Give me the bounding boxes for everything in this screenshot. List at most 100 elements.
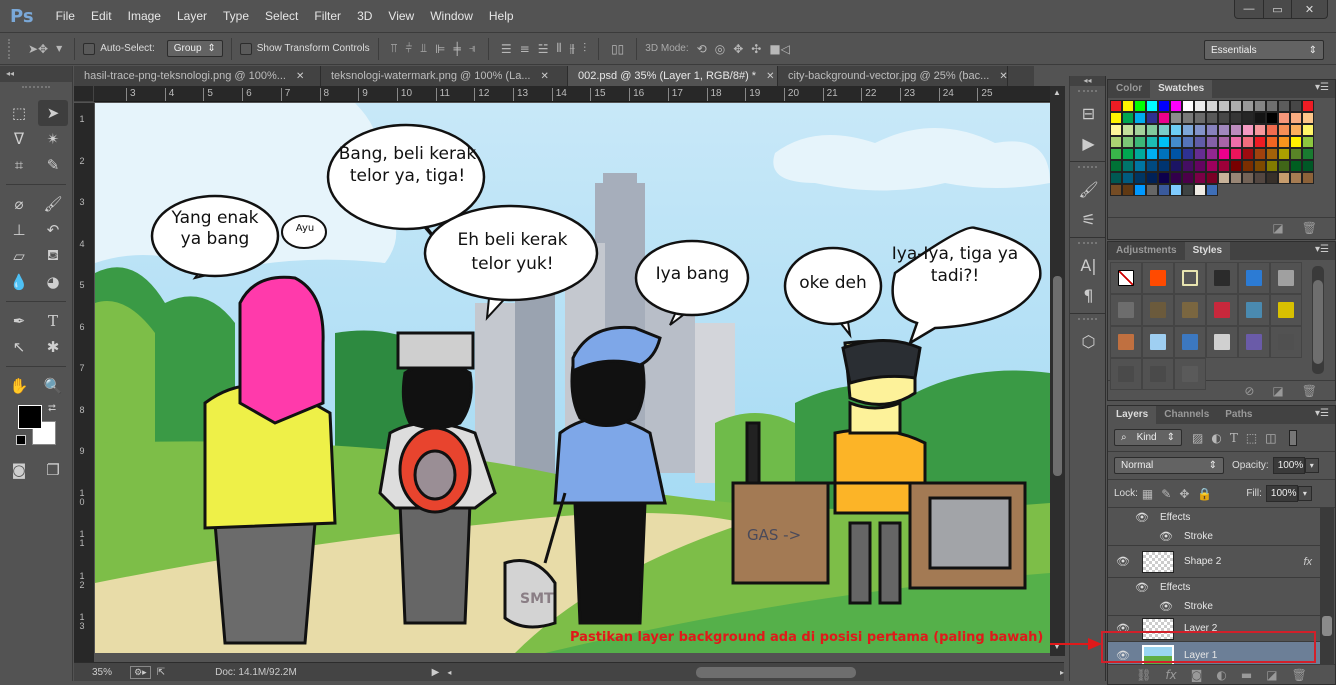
color-swatch[interactable] (1242, 100, 1254, 112)
color-swatch[interactable] (1218, 112, 1230, 124)
color-swatch[interactable] (1158, 160, 1170, 172)
crop-tool-icon[interactable]: ⌗ (4, 152, 34, 178)
color-swatch[interactable] (1254, 100, 1266, 112)
color-swatch[interactable] (1194, 184, 1206, 196)
new-swatch-icon[interactable]: ◪ (1272, 221, 1283, 235)
color-swatch[interactable] (1290, 100, 1302, 112)
color-swatch[interactable] (1254, 160, 1266, 172)
tab-swatches[interactable]: Swatches (1150, 80, 1213, 98)
close-button[interactable]: ✕ (1291, 0, 1327, 18)
vertical-scrollbar[interactable]: ▲ ▼ (1050, 86, 1065, 656)
3d-rotate-icon[interactable]: ⟲ (697, 42, 707, 56)
tab-city-background[interactable]: city-background-vector.jpg @ 25% (bac...… (778, 66, 1008, 86)
align-left-icon[interactable]: ⊫ (435, 42, 445, 56)
healing-brush-tool-icon[interactable]: ⌀ (4, 191, 34, 217)
opacity-dropdown-icon[interactable]: ▾ (1304, 458, 1319, 473)
distribute-left-icon[interactable]: ⫴ (556, 41, 561, 56)
color-swatch[interactable] (1266, 100, 1278, 112)
quick-mask-icon[interactable]: ◙ (4, 457, 34, 483)
color-swatch[interactable] (1254, 124, 1266, 136)
color-swatch[interactable] (1302, 160, 1314, 172)
filter-shape-icon[interactable]: ⬚ (1246, 431, 1257, 445)
color-swatch[interactable] (1194, 160, 1206, 172)
style-preset[interactable] (1110, 294, 1142, 326)
color-swatch[interactable] (1266, 172, 1278, 184)
color-swatch[interactable] (1230, 136, 1242, 148)
history-brush-tool-icon[interactable]: ↶ (38, 217, 68, 243)
layers-scrollbar[interactable] (1320, 508, 1334, 670)
color-swatch[interactable] (1290, 124, 1302, 136)
color-swatch[interactable] (1266, 112, 1278, 124)
visibility-eye-icon[interactable]: 👁 (1108, 600, 1180, 613)
layer-effects-row[interactable]: 👁 Effects (1108, 578, 1320, 597)
color-swatch[interactable] (1230, 148, 1242, 160)
screen-mode-icon[interactable]: ❐ (38, 457, 68, 483)
move-tool-icon[interactable]: ➤ (38, 100, 68, 126)
color-swatch[interactable] (1134, 112, 1146, 124)
fill-input[interactable]: 100% (1265, 485, 1298, 502)
style-preset[interactable] (1238, 294, 1270, 326)
tab-002-psd[interactable]: 002.psd @ 35% (Layer 1, RGB/8#) * ✕ (568, 66, 778, 86)
menu-type[interactable]: Type (215, 9, 257, 23)
align-vcenter-icon[interactable]: ⫩ (405, 41, 412, 56)
style-preset[interactable] (1174, 358, 1206, 390)
color-swatch[interactable] (1146, 184, 1158, 196)
align-bottom-icon[interactable]: ⫫ (420, 41, 427, 56)
color-swatch[interactable] (1146, 148, 1158, 160)
color-swatch[interactable] (1110, 136, 1122, 148)
status-menu-arrow-icon[interactable]: ▶ (432, 667, 440, 678)
align-hcenter-icon[interactable]: ╪ (453, 42, 460, 56)
color-swatch[interactable] (1302, 112, 1314, 124)
color-swatch[interactable] (1218, 148, 1230, 160)
distribute-hcenter-icon[interactable]: ⫵ (570, 41, 576, 56)
color-swatch[interactable] (1266, 148, 1278, 160)
horizontal-ruler[interactable]: 3 4 5 6 7 8 9 10 11 12 13 14 15 16 17 18 19 20 21 22 23 24 25 (94, 86, 1050, 102)
color-swatch[interactable] (1182, 172, 1194, 184)
ruler-origin[interactable] (74, 86, 94, 102)
path-selection-tool-icon[interactable]: ↖ (4, 334, 34, 360)
color-swatch[interactable] (1170, 112, 1182, 124)
distribute-vcenter-icon[interactable]: ≡ (520, 42, 530, 56)
custom-shape-tool-icon[interactable]: ✱ (38, 334, 68, 360)
style-preset[interactable] (1174, 294, 1206, 326)
color-swatch[interactable] (1110, 124, 1122, 136)
tools-collapse-icon[interactable]: ◂◂ (0, 66, 72, 82)
3d-drag-icon[interactable]: ✥ (733, 42, 743, 56)
scroll-up-icon[interactable]: ▲ (1053, 88, 1061, 97)
color-swatch[interactable] (1206, 148, 1218, 160)
style-preset[interactable] (1110, 326, 1142, 358)
color-swatch[interactable] (1206, 184, 1218, 196)
clone-stamp-tool-icon[interactable]: ⊥ (4, 217, 34, 243)
color-swatch[interactable] (1194, 112, 1206, 124)
delete-layer-icon[interactable]: 🗑 (1292, 668, 1307, 682)
color-swatch[interactable] (1158, 136, 1170, 148)
filter-toggle[interactable] (1288, 429, 1297, 446)
3d-slide-icon[interactable]: ✣ (751, 42, 761, 56)
actions-play-icon[interactable]: ▶ (1070, 128, 1107, 158)
color-swatch[interactable] (1194, 136, 1206, 148)
color-swatch[interactable] (1242, 136, 1254, 148)
color-swatch[interactable] (1254, 172, 1266, 184)
color-swatch[interactable] (1146, 160, 1158, 172)
color-swatch[interactable] (1170, 184, 1182, 196)
color-swatch[interactable] (1170, 160, 1182, 172)
filter-smart-object-icon[interactable]: ◫ (1265, 431, 1276, 445)
color-swatch[interactable] (1266, 136, 1278, 148)
brush-tool-icon[interactable]: 🖌 (38, 191, 68, 217)
color-swatch[interactable] (1170, 100, 1182, 112)
magic-wand-tool-icon[interactable]: ✴ (38, 126, 68, 152)
color-swatch[interactable] (1206, 172, 1218, 184)
style-preset[interactable] (1142, 294, 1174, 326)
color-swatch[interactable] (1170, 124, 1182, 136)
pen-tool-icon[interactable]: ✒ (4, 308, 34, 334)
history-icon[interactable]: ⊟ (1070, 98, 1107, 128)
color-swatch[interactable] (1110, 100, 1122, 112)
marquee-tool-icon[interactable]: ⬚ (4, 100, 34, 126)
color-swatch[interactable] (1242, 112, 1254, 124)
color-swatch[interactable] (1122, 124, 1134, 136)
visibility-eye-icon[interactable]: 👁 (1108, 581, 1156, 594)
close-tab-icon[interactable]: ✕ (999, 71, 1007, 82)
scroll-right-icon[interactable]: ▸ (1060, 668, 1064, 677)
tab-layers[interactable]: Layers (1108, 406, 1157, 424)
color-swatch[interactable] (1278, 136, 1290, 148)
